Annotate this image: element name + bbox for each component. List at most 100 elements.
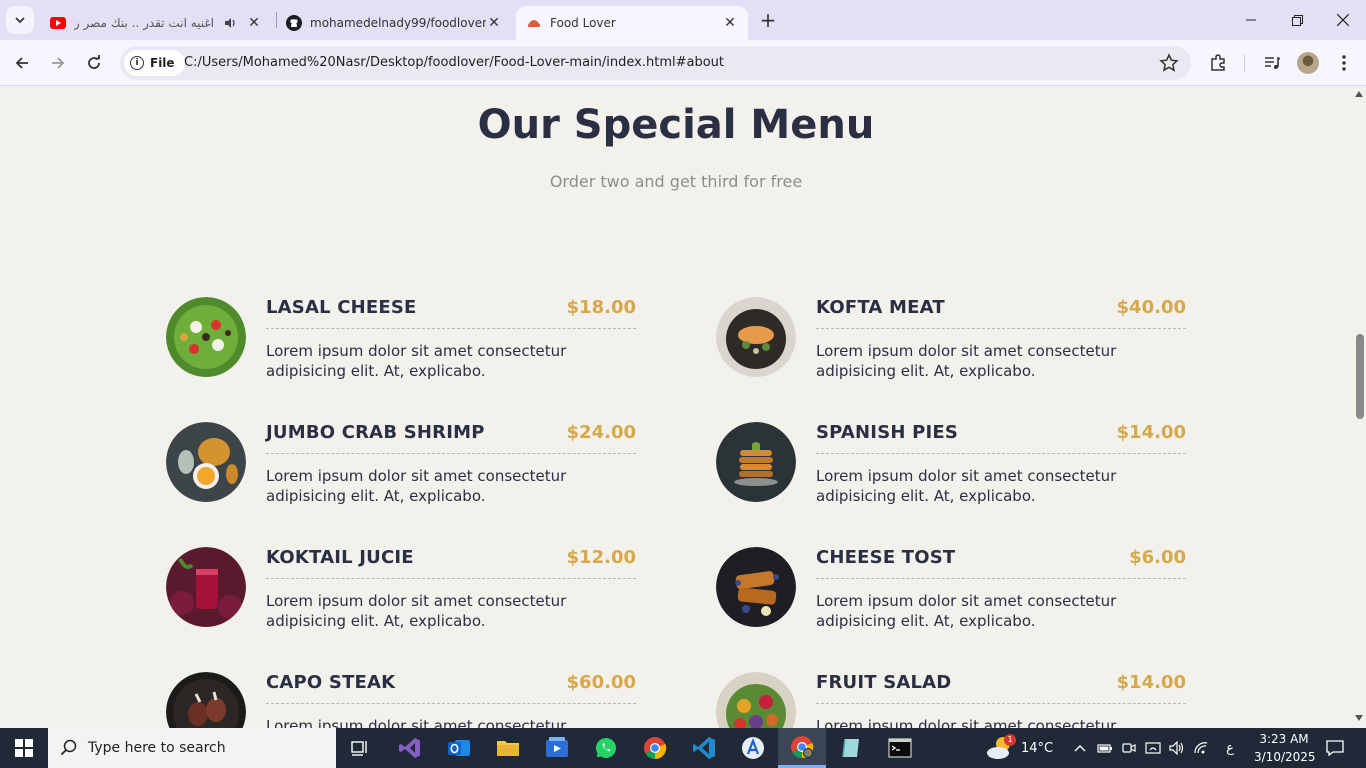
minimize-button[interactable] [1228, 0, 1274, 40]
puzzle-icon [1211, 54, 1225, 71]
clock-date: 3/10/2025 [1254, 750, 1316, 764]
pancakes-photo [716, 422, 796, 502]
item-name: LASAL CHEESE [266, 297, 417, 318]
media-control-button[interactable] [1258, 49, 1286, 77]
dashed-divider [816, 453, 1186, 454]
avatar [1297, 52, 1319, 74]
item-price: $14.00 [1116, 672, 1186, 693]
video-editor-icon [546, 737, 568, 757]
speaker-icon[interactable] [222, 15, 238, 31]
github-icon [286, 15, 302, 31]
network-icon [1145, 742, 1161, 754]
close-icon [1337, 14, 1349, 26]
tab-youtube[interactable]: اغنيه انت تقدر .. بنك مصر رمضان ✕ [40, 6, 272, 40]
video-editor-app[interactable] [533, 728, 581, 768]
file-explorer-app[interactable] [484, 728, 532, 768]
dashed-divider [266, 453, 636, 454]
show-hidden-icons-button[interactable] [1070, 728, 1090, 768]
close-tab-icon[interactable]: ✕ [486, 15, 502, 31]
info-icon: i [130, 56, 144, 70]
tab-food-lover[interactable]: Food Lover ✕ [516, 6, 748, 40]
weather-widget[interactable]: 1 14°C [984, 728, 1054, 768]
chrome-active-app[interactable] [778, 728, 826, 768]
more-vertical-icon [1342, 55, 1346, 71]
item-name: FRUIT SALAD [816, 672, 952, 693]
back-button[interactable] [8, 49, 36, 77]
close-tab-icon[interactable]: ✕ [722, 15, 738, 31]
reload-button[interactable] [80, 49, 108, 77]
battery-indicator[interactable] [1094, 728, 1116, 768]
start-button[interactable] [0, 728, 48, 768]
tab-github[interactable]: mohamedelnady99/foodlover- ✕ [276, 6, 512, 40]
bookmark-star-icon[interactable] [1159, 53, 1179, 73]
notification-icon [1326, 740, 1344, 756]
menu-item: CAPO STEAK $60.00 Lorem ipsum dolor sit … [166, 672, 636, 728]
notes-app[interactable] [827, 728, 875, 768]
page-scrollbar[interactable] [1352, 87, 1366, 728]
dashed-divider [266, 578, 636, 579]
site-info-chip[interactable]: i File [124, 50, 185, 76]
terminal-app[interactable] [876, 728, 924, 768]
network-button[interactable] [1142, 728, 1164, 768]
beet-juice-photo [166, 547, 246, 627]
scroll-down-arrow[interactable] [1355, 715, 1363, 721]
item-price: $60.00 [566, 672, 636, 693]
meet-now-button[interactable] [1118, 728, 1140, 768]
whatsapp-app[interactable] [582, 728, 630, 768]
scroll-thumb[interactable] [1356, 334, 1364, 419]
new-tab-button[interactable]: + [756, 8, 780, 32]
visual-studio-app[interactable] [386, 728, 434, 768]
notes-icon [842, 738, 859, 758]
notification-center-button[interactable] [1320, 728, 1350, 768]
chrome-app[interactable] [631, 728, 679, 768]
vscode-app[interactable] [680, 728, 728, 768]
vscode-icon [693, 737, 715, 759]
clock[interactable]: 3:23 AM 3/10/2025 [1254, 730, 1316, 766]
forward-button[interactable] [44, 49, 72, 77]
url-text[interactable]: C:/Users/Mohamed%20Nasr/Desktop/foodlove… [184, 55, 724, 70]
dashed-divider [816, 328, 1186, 329]
menu-item: CHEESE TOST $6.00 Lorem ipsum dolor sit … [716, 547, 1186, 637]
item-description: Lorem ipsum dolor sit amet consectetur a… [816, 592, 1117, 630]
battery-icon [1097, 744, 1112, 753]
search-icon [60, 739, 77, 756]
camera-icon [1122, 743, 1136, 753]
salad-photo [166, 297, 246, 377]
volume-button[interactable] [1166, 728, 1188, 768]
app-installer-app[interactable] [729, 728, 777, 768]
restore-button[interactable] [1274, 0, 1320, 40]
app-installer-icon [742, 737, 764, 759]
input-language-button[interactable]: ع [1220, 728, 1240, 768]
close-tab-icon[interactable]: ✕ [246, 15, 262, 31]
page-viewport: Our Special Menu Order two and get third… [0, 87, 1352, 728]
task-view-button[interactable] [336, 728, 384, 768]
chrome-icon [644, 737, 667, 760]
dashed-divider [266, 703, 636, 704]
section-subtitle: Order two and get third for free [549, 172, 803, 191]
browser-menu-button[interactable] [1330, 49, 1358, 77]
chevron-up-icon [1074, 745, 1086, 752]
taskbar-search-box[interactable]: Type here to search [48, 728, 336, 768]
tab-title: mohamedelnady99/foodlover- [310, 16, 486, 30]
scroll-up-arrow[interactable] [1355, 91, 1363, 97]
item-name: SPANISH PIES [816, 422, 959, 443]
kofta-photo [716, 297, 796, 377]
chevron-down-icon [15, 17, 25, 24]
close-window-button[interactable] [1320, 0, 1366, 40]
item-description: Lorem ipsum dolor sit amet consectetur a… [816, 342, 1117, 380]
french-toast-photo [716, 547, 796, 627]
folder-icon [497, 741, 519, 756]
menu-item: JUMBO CRAB SHRIMP $24.00 Lorem ipsum dol… [166, 422, 636, 512]
extensions-button[interactable] [1204, 49, 1232, 77]
arrow-right-icon [52, 57, 65, 69]
dashed-divider [266, 328, 636, 329]
tab-search-button[interactable] [6, 6, 34, 34]
address-bar[interactable]: i File C:/Users/Mohamed%20Nasr/Desktop/f… [120, 46, 1191, 80]
outlook-app[interactable] [435, 728, 483, 768]
profile-button[interactable] [1294, 49, 1322, 77]
item-name: KOFTA MEAT [816, 297, 945, 318]
task-view-icon [351, 741, 367, 756]
weather-badge: 1 [1004, 734, 1016, 746]
wifi-button[interactable] [1190, 728, 1212, 768]
youtube-icon [50, 15, 66, 31]
